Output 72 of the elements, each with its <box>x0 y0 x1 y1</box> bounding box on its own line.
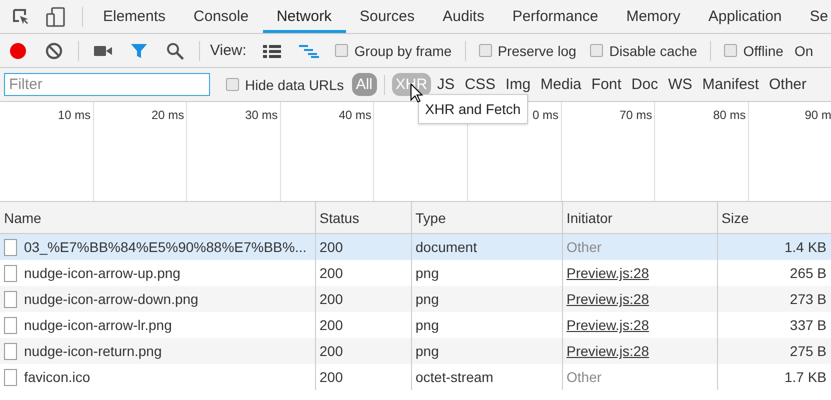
type-filter[interactable]: Media <box>536 73 586 96</box>
time-tick: 70 ms <box>562 102 656 201</box>
file-icon <box>4 316 17 334</box>
column-header[interactable]: Size <box>717 202 831 234</box>
file-icon <box>4 290 17 308</box>
table-cell: 200 <box>315 338 411 364</box>
file-icon <box>4 264 17 282</box>
file-icon <box>4 368 17 386</box>
view-label: View: <box>210 42 246 59</box>
table-cell: document <box>411 234 562 260</box>
column-header[interactable]: Type <box>411 202 562 234</box>
time-tick: 40 ms <box>280 102 374 201</box>
list-view-icon[interactable] <box>263 44 282 58</box>
panel-tab[interactable]: Audits <box>428 0 498 33</box>
filter-icon[interactable] <box>130 42 148 58</box>
initiator-text: Other <box>566 239 602 255</box>
table-cell: png <box>411 286 562 312</box>
filter-field[interactable]: Filter <box>4 73 210 96</box>
type-filter[interactable]: CSS <box>460 73 500 96</box>
time-tick: 90 m <box>804 107 831 124</box>
type-filter[interactable]: Doc <box>627 73 662 96</box>
table-cell: png <box>411 338 562 364</box>
checkbox[interactable]: Disable cache <box>590 42 698 58</box>
column-header[interactable]: Status <box>315 202 411 234</box>
panel-tab[interactable]: Console <box>180 0 263 33</box>
column-header[interactable]: Name <box>0 202 315 234</box>
search-icon[interactable] <box>166 42 184 60</box>
inspect-icon[interactable] <box>12 8 30 26</box>
device-icon[interactable] <box>46 6 66 26</box>
initiator-text: Other <box>566 369 602 385</box>
file-icon <box>4 238 17 256</box>
file-icon <box>4 342 17 360</box>
time-tick: 30 ms <box>187 102 281 201</box>
initiator-link[interactable]: Preview.js:28 <box>566 317 649 333</box>
file-name[interactable]: nudge-icon-arrow-lr.png <box>24 317 172 333</box>
panel-tab[interactable]: Performance <box>498 0 612 33</box>
time-tick: 10 ms <box>0 102 94 201</box>
type-filter[interactable]: Img <box>502 73 535 96</box>
table-cell: 1.4 KB <box>717 234 831 260</box>
type-filter[interactable]: WS <box>664 73 696 96</box>
table-cell: 1.7 KB <box>717 364 831 390</box>
time-tick: 80 ms <box>655 102 749 201</box>
table-cell: 200 <box>315 364 411 390</box>
type-filter[interactable]: JS <box>433 73 459 96</box>
type-filter[interactable]: Font <box>587 73 626 96</box>
panel-tab[interactable]: Elements <box>89 0 180 33</box>
panel-tab[interactable]: Se <box>796 0 831 33</box>
tooltip: XHR and Fetch <box>418 94 528 124</box>
file-name[interactable]: nudge-icon-arrow-up.png <box>24 265 180 281</box>
file-name[interactable]: favicon.ico <box>24 369 90 385</box>
video-camera-icon[interactable] <box>94 44 112 56</box>
column-header[interactable]: Initiator <box>562 202 717 234</box>
toolbar-text: On <box>794 42 814 58</box>
record-icon[interactable] <box>9 42 27 60</box>
panel-tab[interactable]: Sources <box>346 0 429 33</box>
checkbox[interactable]: Group by frame <box>335 42 452 58</box>
time-tick: 20 ms <box>94 102 188 201</box>
table-cell: 200 <box>315 286 411 312</box>
waterfall-icon[interactable] <box>299 44 320 58</box>
type-filter[interactable]: Other <box>764 73 810 96</box>
checkbox[interactable]: Offline <box>724 42 784 58</box>
checkbox[interactable]: Preserve log <box>478 42 576 58</box>
table-cell: 273 B <box>717 286 831 312</box>
panel-tab[interactable]: Application <box>694 0 796 33</box>
panel-tab[interactable]: Memory <box>612 0 694 33</box>
table-cell: 275 B <box>717 338 831 364</box>
checkbox[interactable]: Hide data URLs <box>226 76 344 92</box>
table-cell: 200 <box>315 234 411 260</box>
type-filter[interactable]: Manifest <box>698 73 763 96</box>
initiator-link[interactable]: Preview.js:28 <box>566 265 649 281</box>
table-cell: octet-stream <box>411 364 562 390</box>
clear-icon[interactable] <box>45 42 63 60</box>
